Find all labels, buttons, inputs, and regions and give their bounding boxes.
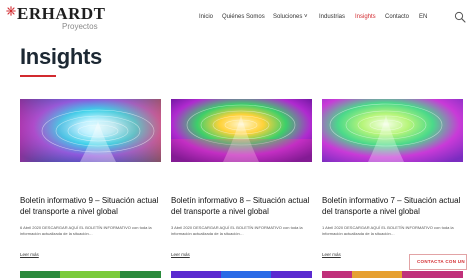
contact-expert-button[interactable]: CONTACTA CON UN EXPERTO [409,254,467,270]
nav-item-language[interactable]: EN [419,14,427,20]
card-title[interactable]: Boletín informativo 9 – Situación actual… [20,195,170,217]
read-more-link[interactable]: Leer más [322,252,341,257]
card-image[interactable] [171,99,312,162]
search-icon[interactable] [454,11,466,23]
next-card-image[interactable] [171,271,312,278]
card-excerpt: 3 Abril 2020 DESCARGAR AQUÍ EL BOLETÍN I… [171,225,303,236]
next-card-image[interactable] [322,271,463,278]
card-image[interactable] [322,99,463,162]
logo-flower-icon [6,6,16,16]
nav-item-inicio[interactable]: Inicio [199,14,213,20]
card-excerpt: 1 Abril 2020 DESCARGAR AQUÍ EL BOLETÍN I… [322,225,454,236]
title-underline [20,75,56,77]
read-more-link[interactable]: Leer más [171,252,190,257]
card-image[interactable] [20,99,161,162]
brand-name: ERHARDT [17,4,106,23]
site-header: ERHARDT Proyectos Inicio Quiénes Somos S… [0,0,467,34]
read-more-link[interactable]: Leer más [20,252,39,257]
page-title: Insights [20,44,102,69]
nav-item-industrias[interactable]: Industrias [319,14,345,20]
brand-subtitle: Proyectos [62,22,98,31]
next-card-image[interactable] [20,271,161,278]
nav-item-contacto[interactable]: Contacto [385,14,409,20]
nav-item-soluciones[interactable]: Soluciones ˅ [273,14,308,20]
card-title[interactable]: Boletín informativo 7 – Situación actual… [322,195,467,217]
card-title[interactable]: Boletín informativo 8 – Situación actual… [171,195,321,217]
nav-item-insights[interactable]: Insights [355,14,376,20]
card-excerpt: 6 Abril 2020 DESCARGAR AQUÍ EL BOLETÍN I… [20,225,152,236]
nav-item-quienes-somos[interactable]: Quiénes Somos [222,14,265,20]
